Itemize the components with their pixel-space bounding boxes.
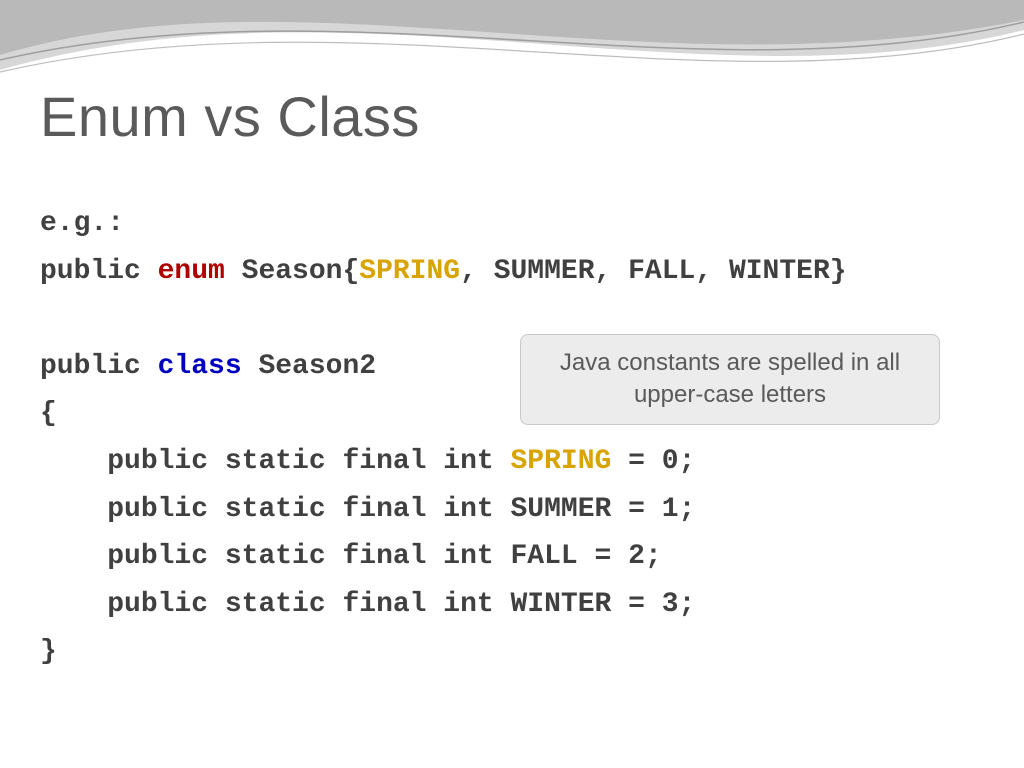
code-line-winter: public static final int WINTER = 3; [40,581,984,629]
const-spring-2: SPRING [510,446,611,477]
spring-tail: = 0; [611,446,695,477]
indent [40,589,107,620]
code-line-brace-close: } [40,628,984,676]
indent [40,494,107,525]
psfi-1: public static final int [107,446,510,477]
const-fall: FALL = 2; [510,541,661,572]
psfi-3: public static final int [107,541,510,572]
code-line-spring: public static final int SPRING = 0; [40,438,984,486]
indent [40,446,107,477]
indent [40,541,107,572]
kw-class: class [158,351,242,382]
psfi-4: public static final int [107,589,510,620]
code-line-eg: e.g.: [40,200,984,248]
code-line-summer: public static final int SUMMER = 1; [40,486,984,534]
slide-title: Enum vs Class [40,84,420,149]
slide: Enum vs Class e.g.: public enum Season{S… [0,0,1024,768]
const-summer: SUMMER = 1; [510,494,695,525]
code-line-enum: public enum Season{SPRING, SUMMER, FALL,… [40,248,984,296]
text-season-open: Season{ [225,256,359,287]
code-block: e.g.: public enum Season{SPRING, SUMMER,… [40,200,984,676]
text-enum-rest: , SUMMER, FALL, WINTER} [460,256,846,287]
const-spring: SPRING [359,256,460,287]
psfi-2: public static final int [107,494,510,525]
kw-public: public [40,256,158,287]
const-winter: WINTER = 3; [510,589,695,620]
code-line-fall: public static final int FALL = 2; [40,533,984,581]
callout-box: Java constants are spelled in all upper-… [520,334,940,425]
kw-public-2: public [40,351,158,382]
text-class-rest: Season2 [242,351,376,382]
kw-enum: enum [158,256,225,287]
